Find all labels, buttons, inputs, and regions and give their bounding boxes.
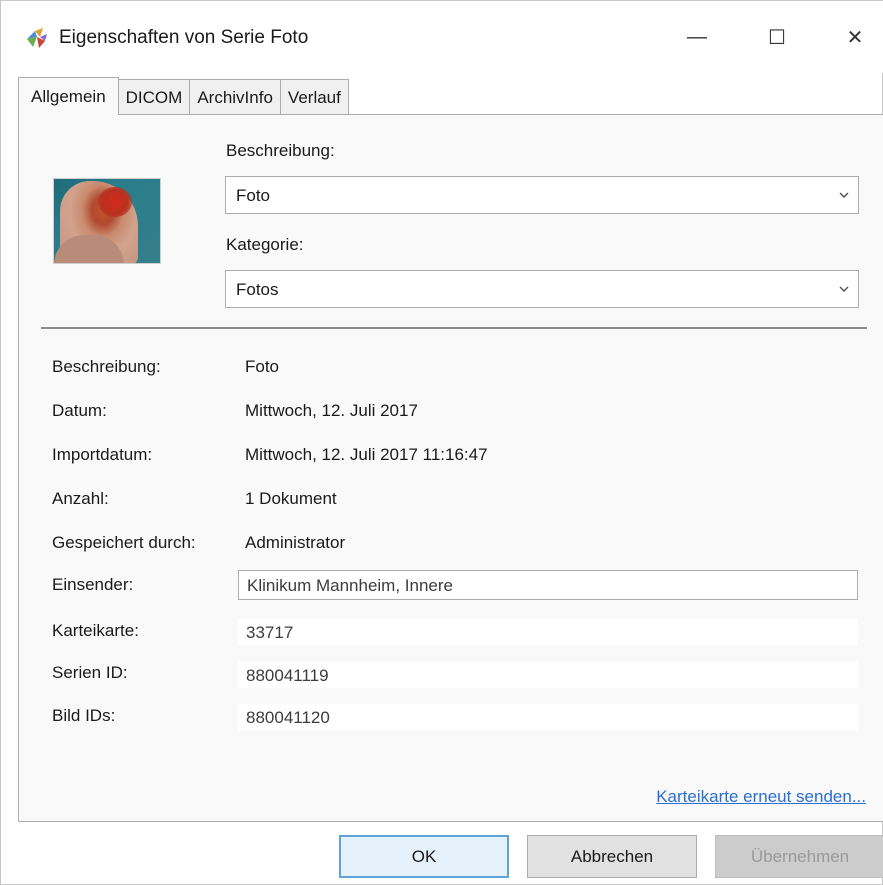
detail-value-gespeichert: Administrator [245,533,346,552]
category-label: Kategorie: [226,235,304,254]
bild-ids-label: Bild IDs: [52,706,116,725]
detail-label-gespeichert: Gespeichert durch: [52,533,196,552]
maximize-button[interactable]: ☐ [747,13,807,61]
description-combobox[interactable]: Foto [225,176,859,214]
karteikarte-value: 33717 [246,623,294,642]
bild-ids-field[interactable]: 880041120 [238,704,858,730]
category-combobox[interactable]: Fotos [225,270,859,308]
ok-button[interactable]: OK [339,835,509,878]
serien-id-field[interactable]: 880041119 [238,662,858,688]
cancel-button[interactable]: Abbrechen [527,835,697,878]
detail-label-importdatum: Importdatum: [52,445,153,464]
tab-dicom[interactable]: DICOM [118,79,191,115]
chevron-down-icon [839,192,849,199]
einsender-field[interactable]: Klinikum Mannheim, Innere [238,570,858,600]
detail-value-importdatum: Mittwoch, 12. Juli 2017 11:16:47 [245,445,488,464]
einsender-value: Klinikum Mannheim, Innere [247,576,453,595]
karteikarte-label: Karteikarte: [52,621,139,640]
divider [41,327,867,329]
apply-button[interactable]: Übernehmen [715,835,883,878]
detail-label-anzahl: Anzahl: [52,489,109,508]
description-combobox-value: Foto [236,186,271,205]
category-combobox-value: Fotos [236,280,279,299]
serien-id-value: 880041119 [246,666,329,685]
serien-id-label: Serien ID: [52,663,128,682]
karteikarte-field[interactable]: 33717 [238,619,858,645]
detail-label-datum: Datum: [52,401,107,420]
chevron-down-icon [839,286,849,293]
window-title: Eigenschaften von Serie Foto [59,27,309,48]
detail-value-datum: Mittwoch, 12. Juli 2017 [245,401,418,420]
tab-verlauf[interactable]: Verlauf [280,79,349,115]
properties-dialog: Eigenschaften von Serie Foto — ☐ ✕ Allge… [0,0,883,885]
app-icon [27,28,47,48]
thumbnail-wound [98,187,132,217]
description-label: Beschreibung: [226,141,335,160]
minimize-button[interactable]: — [667,13,727,61]
title-bar[interactable]: Eigenschaften von Serie Foto — ☐ ✕ [1,1,883,73]
resend-karteikarte-link[interactable]: Karteikarte erneut senden... [656,787,866,807]
photo-thumbnail-icon [53,178,161,264]
close-button[interactable]: ✕ [825,13,883,61]
tab-strip: Allgemein DICOM ArchivInfo Verlauf [18,77,349,115]
tab-archivinfo[interactable]: ArchivInfo [190,79,281,115]
tab-panel-allgemein: Beschreibung: Foto Kategorie: Fotos Besc… [18,114,883,822]
detail-value-anzahl: 1 Dokument [245,489,337,508]
bild-ids-value: 880041120 [246,708,330,727]
detail-value-beschreibung: Foto [245,357,280,376]
detail-label-beschreibung: Beschreibung: [52,357,161,376]
einsender-label: Einsender: [52,575,134,594]
tab-allgemein[interactable]: Allgemein [18,77,119,115]
